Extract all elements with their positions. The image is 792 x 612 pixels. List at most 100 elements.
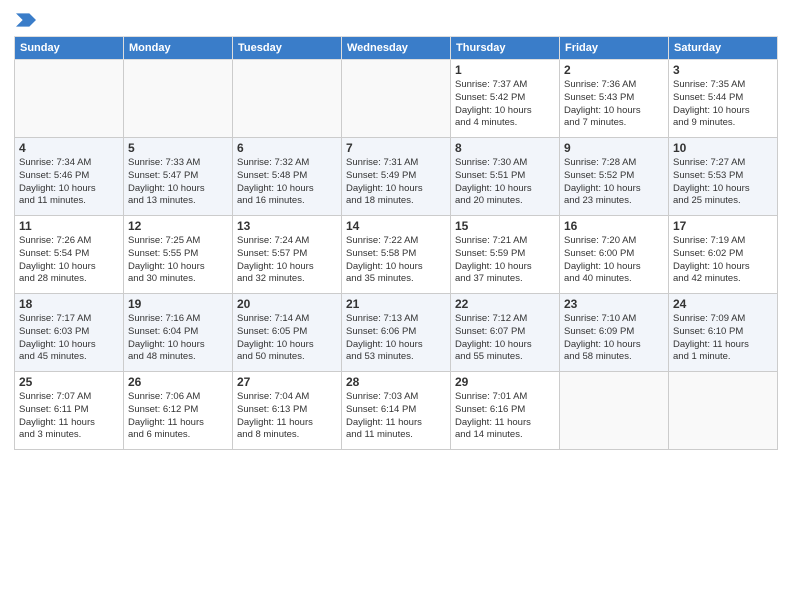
day-number: 11 [19,219,119,233]
day-info: Sunrise: 7:01 AMSunset: 6:16 PMDaylight:… [455,391,555,442]
day-number: 8 [455,141,555,155]
table-row: 3Sunrise: 7:35 AMSunset: 5:44 PMDaylight… [669,60,778,138]
table-row: 1 Sunrise: 7:37 AMSunset: 5:42 PMDaylight… [451,60,560,138]
table-row: 15 Sunrise: 7:21 AMSunset: 5:59 PMDayligh… [451,216,560,294]
table-row: 6 Sunrise: 7:32 AMSunset: 5:48 PMDaylight… [233,138,342,216]
table-row: 7 Sunrise: 7:31 AMSunset: 5:49 PMDaylight… [342,138,451,216]
table-row: 10 Sunrise: 7:27 AMSunset: 5:53 PMDayligh… [669,138,778,216]
table-row: 9 Sunrise: 7:28 AMSunset: 5:52 PMDaylight… [560,138,669,216]
page-container: SundayMondayTuesdayWednesdayThursdayFrid… [0,0,792,456]
calendar-week-row: 18 Sunrise: 7:17 AMSunset: 6:03 PMDayligh… [15,294,778,372]
day-info: Sunrise: 7:37 AMSunset: 5:42 PMDaylight:… [455,79,555,130]
logo-arrow-icon [16,10,36,30]
day-number: 7 [346,141,446,155]
table-row [560,372,669,450]
table-row [15,60,124,138]
day-number: 17 [673,219,773,233]
table-row: 24 Sunrise: 7:09 AMSunset: 6:10 PMDayligh… [669,294,778,372]
logo [14,10,36,30]
table-row: 23 Sunrise: 7:10 AMSunset: 6:09 PMDayligh… [560,294,669,372]
day-number: 6 [237,141,337,155]
day-number: 5 [128,141,228,155]
day-number: 27 [237,375,337,389]
day-info: Sunrise: 7:34 AMSunset: 5:46 PMDaylight:… [19,157,119,208]
table-row: 11Sunrise: 7:26 AMSunset: 5:54 PMDayligh… [15,216,124,294]
day-number: 23 [564,297,664,311]
table-row: 13 Sunrise: 7:24 AMSunset: 5:57 PMDayligh… [233,216,342,294]
table-row [233,60,342,138]
table-row: 25 Sunrise: 7:07 AMSunset: 6:11 PMDayligh… [15,372,124,450]
day-info: Sunrise: 7:20 AMSunset: 6:00 PMDaylight:… [564,235,664,286]
day-info: Sunrise: 7:33 AMSunset: 5:47 PMDaylight:… [128,157,228,208]
day-info: Sunrise: 7:36 AMSunset: 5:43 PMDaylight:… [564,79,664,130]
table-row: 16 Sunrise: 7:20 AMSunset: 6:00 PMDayligh… [560,216,669,294]
table-row [669,372,778,450]
table-row: 2Sunrise: 7:36 AMSunset: 5:43 PMDaylight… [560,60,669,138]
day-number: 9 [564,141,664,155]
day-number: 4 [19,141,119,155]
day-info: Sunrise: 7:16 AMSunset: 6:04 PMDaylight:… [128,313,228,364]
table-row: 22Sunrise: 7:12 AMSunset: 6:07 PMDayligh… [451,294,560,372]
day-number: 22 [455,297,555,311]
day-info: Sunrise: 7:09 AMSunset: 6:10 PMDaylight:… [673,313,773,364]
calendar-week-row: 25 Sunrise: 7:07 AMSunset: 6:11 PMDayligh… [15,372,778,450]
table-row: 17 Sunrise: 7:19 AMSunset: 6:02 PMDayligh… [669,216,778,294]
calendar-day-header: Thursday [451,37,560,60]
table-row: 4 Sunrise: 7:34 AMSunset: 5:46 PMDaylight… [15,138,124,216]
calendar-header-row: SundayMondayTuesdayWednesdayThursdayFrid… [15,37,778,60]
day-number: 24 [673,297,773,311]
table-row: 18 Sunrise: 7:17 AMSunset: 6:03 PMDayligh… [15,294,124,372]
day-number: 12 [128,219,228,233]
calendar-table: SundayMondayTuesdayWednesdayThursdayFrid… [14,36,778,450]
table-row: 8 Sunrise: 7:30 AMSunset: 5:51 PMDaylight… [451,138,560,216]
day-info: Sunrise: 7:32 AMSunset: 5:48 PMDaylight:… [237,157,337,208]
day-info: Sunrise: 7:13 AMSunset: 6:06 PMDaylight:… [346,313,446,364]
day-info: Sunrise: 7:06 AMSunset: 6:12 PMDaylight:… [128,391,228,442]
table-row: 26 Sunrise: 7:06 AMSunset: 6:12 PMDayligh… [124,372,233,450]
day-info: Sunrise: 7:28 AMSunset: 5:52 PMDaylight:… [564,157,664,208]
day-info: Sunrise: 7:27 AMSunset: 5:53 PMDaylight:… [673,157,773,208]
day-info: Sunrise: 7:24 AMSunset: 5:57 PMDaylight:… [237,235,337,286]
table-row: 5 Sunrise: 7:33 AMSunset: 5:47 PMDaylight… [124,138,233,216]
table-row: 19 Sunrise: 7:16 AMSunset: 6:04 PMDayligh… [124,294,233,372]
calendar-week-row: 4 Sunrise: 7:34 AMSunset: 5:46 PMDaylight… [15,138,778,216]
day-info: Sunrise: 7:19 AMSunset: 6:02 PMDaylight:… [673,235,773,286]
day-number: 1 [455,63,555,77]
calendar-day-header: Sunday [15,37,124,60]
day-number: 13 [237,219,337,233]
table-row: 28Sunrise: 7:03 AMSunset: 6:14 PMDayligh… [342,372,451,450]
day-number: 10 [673,141,773,155]
day-number: 15 [455,219,555,233]
calendar-day-header: Friday [560,37,669,60]
day-number: 26 [128,375,228,389]
day-info: Sunrise: 7:31 AMSunset: 5:49 PMDaylight:… [346,157,446,208]
day-number: 16 [564,219,664,233]
day-number: 20 [237,297,337,311]
header [14,10,778,30]
day-info: Sunrise: 7:07 AMSunset: 6:11 PMDaylight:… [19,391,119,442]
table-row [342,60,451,138]
day-info: Sunrise: 7:25 AMSunset: 5:55 PMDaylight:… [128,235,228,286]
table-row: 21 Sunrise: 7:13 AMSunset: 6:06 PMDayligh… [342,294,451,372]
calendar-day-header: Wednesday [342,37,451,60]
day-number: 18 [19,297,119,311]
day-number: 25 [19,375,119,389]
table-row: 12 Sunrise: 7:25 AMSunset: 5:55 PMDayligh… [124,216,233,294]
day-info: Sunrise: 7:30 AMSunset: 5:51 PMDaylight:… [455,157,555,208]
day-info: Sunrise: 7:21 AMSunset: 5:59 PMDaylight:… [455,235,555,286]
calendar-day-header: Tuesday [233,37,342,60]
day-info: Sunrise: 7:10 AMSunset: 6:09 PMDaylight:… [564,313,664,364]
day-number: 3 [673,63,773,77]
day-number: 29 [455,375,555,389]
day-info: Sunrise: 7:17 AMSunset: 6:03 PMDaylight:… [19,313,119,364]
day-number: 21 [346,297,446,311]
calendar-week-row: 11Sunrise: 7:26 AMSunset: 5:54 PMDayligh… [15,216,778,294]
day-number: 14 [346,219,446,233]
table-row: 14 Sunrise: 7:22 AMSunset: 5:58 PMDayligh… [342,216,451,294]
calendar-day-header: Saturday [669,37,778,60]
day-info: Sunrise: 7:14 AMSunset: 6:05 PMDaylight:… [237,313,337,364]
table-row [124,60,233,138]
day-number: 19 [128,297,228,311]
day-info: Sunrise: 7:22 AMSunset: 5:58 PMDaylight:… [346,235,446,286]
day-number: 28 [346,375,446,389]
